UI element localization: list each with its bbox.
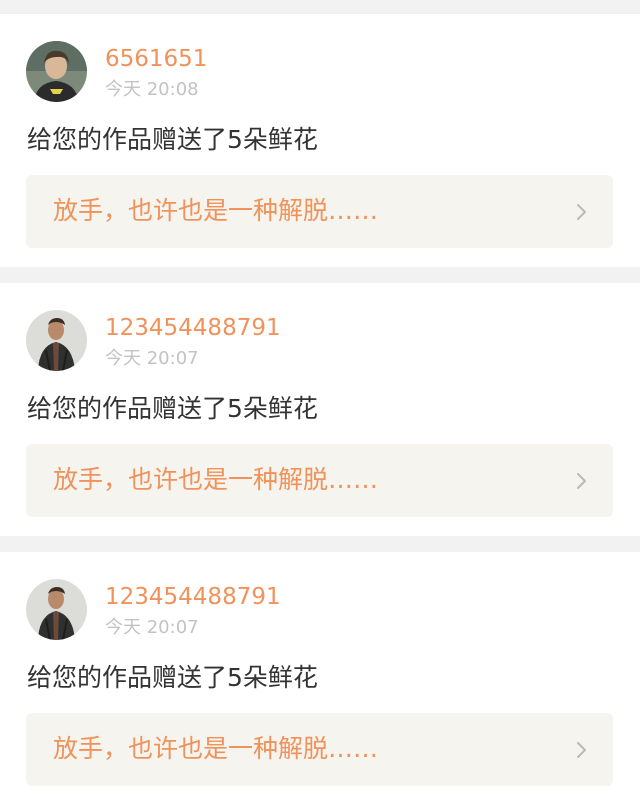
man-jacket-avatar-icon xyxy=(26,310,87,371)
work-title: 放手，也许也是一种解脱…… xyxy=(53,196,379,225)
username[interactable]: 6561651 xyxy=(105,45,207,73)
work-title: 放手，也许也是一种解脱…… xyxy=(53,734,379,763)
chevron-right-icon xyxy=(576,203,587,221)
timestamp: 今天 20:07 xyxy=(105,348,199,369)
username[interactable]: 123454488791 xyxy=(105,583,281,611)
chevron-right-icon xyxy=(576,472,587,490)
notification-message: 给您的作品赠送了5朵鲜花 xyxy=(27,125,318,154)
timestamp: 今天 20:08 xyxy=(105,79,199,100)
notification-feed: 6561651 今天 20:08 给您的作品赠送了5朵鲜花 放手，也许也是一种解… xyxy=(0,0,640,805)
boy-avatar-icon xyxy=(26,41,87,102)
username[interactable]: 123454488791 xyxy=(105,314,281,342)
avatar[interactable] xyxy=(26,41,87,102)
work-title: 放手，也许也是一种解脱…… xyxy=(53,465,379,494)
work-link[interactable]: 放手，也许也是一种解脱…… xyxy=(26,175,613,248)
avatar[interactable] xyxy=(26,579,87,640)
work-link[interactable]: 放手，也许也是一种解脱…… xyxy=(26,444,613,517)
man-jacket-avatar-icon xyxy=(26,579,87,640)
timestamp: 今天 20:07 xyxy=(105,617,199,638)
avatar[interactable] xyxy=(26,310,87,371)
notification-message: 给您的作品赠送了5朵鲜花 xyxy=(27,663,318,692)
notification-card: 123454488791 今天 20:07 给您的作品赠送了5朵鲜花 放手，也许… xyxy=(0,552,640,805)
chevron-right-icon xyxy=(576,741,587,759)
notification-card: 6561651 今天 20:08 给您的作品赠送了5朵鲜花 放手，也许也是一种解… xyxy=(0,14,640,267)
notification-card: 123454488791 今天 20:07 给您的作品赠送了5朵鲜花 放手，也许… xyxy=(0,283,640,536)
notification-message: 给您的作品赠送了5朵鲜花 xyxy=(27,394,318,423)
work-link[interactable]: 放手，也许也是一种解脱…… xyxy=(26,713,613,786)
